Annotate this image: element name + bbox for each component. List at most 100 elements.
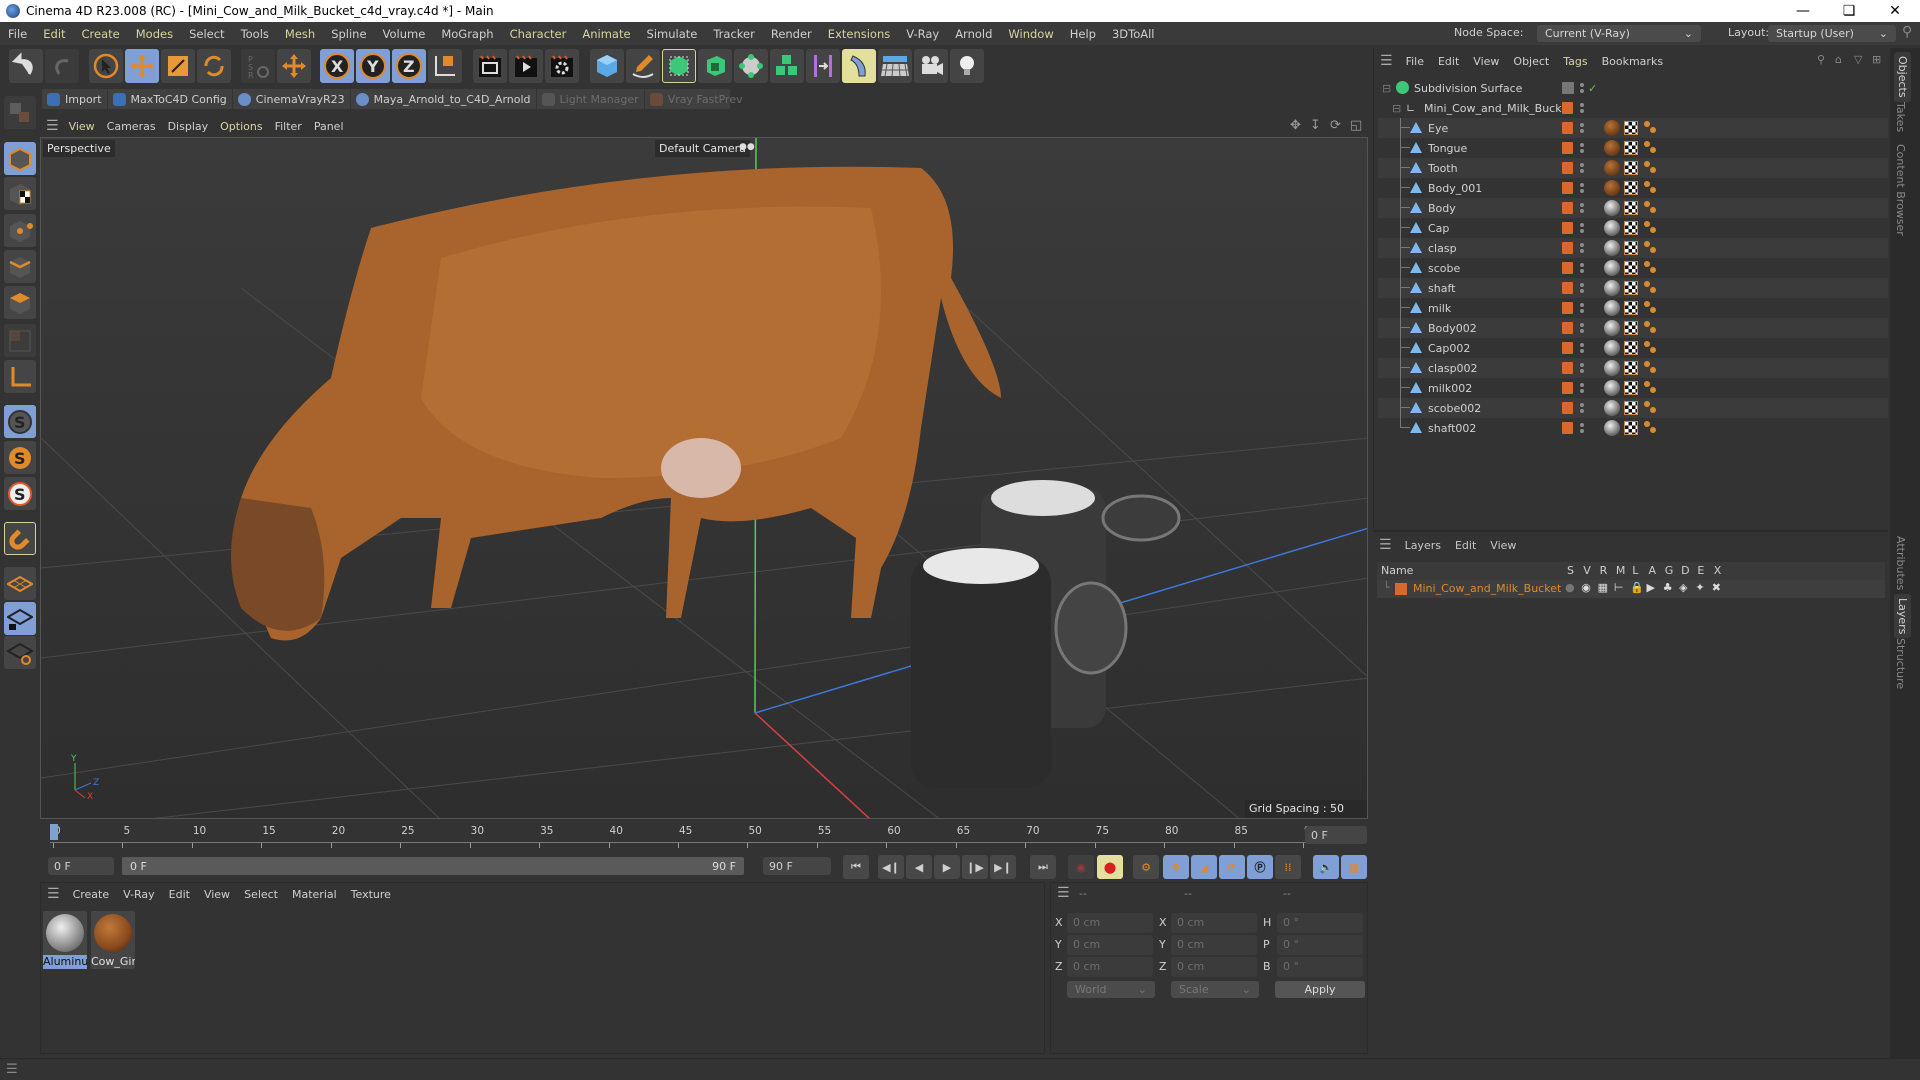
visibility-dots[interactable] — [1580, 282, 1584, 294]
keyframe-selection-button[interactable]: ⚙ — [1133, 855, 1159, 879]
object-row[interactable]: Cap002 — [1378, 338, 1888, 358]
viewport-menu-panel[interactable]: Panel — [308, 120, 350, 133]
selection-tag-icon[interactable] — [1644, 201, 1658, 215]
layer-visible-editor-toggle-icon[interactable]: ◉ — [1581, 581, 1591, 594]
menu-edit[interactable]: Edit — [35, 27, 73, 41]
uvw-tag-icon[interactable] — [1624, 161, 1638, 175]
layer-swatch[interactable] — [1562, 302, 1573, 314]
sound-button[interactable]: 🔈 — [1313, 855, 1339, 879]
menu-mograph[interactable]: MoGraph — [433, 27, 501, 41]
object-row[interactable]: scobe002 — [1378, 398, 1888, 418]
menu-render[interactable]: Render — [763, 27, 820, 41]
plugin-vray-fastprev[interactable]: Vray FastPrev — [645, 89, 748, 109]
snap-button[interactable]: S — [4, 405, 36, 438]
material-tag-icon[interactable] — [1604, 300, 1620, 316]
menu-modes[interactable]: Modes — [128, 27, 181, 41]
viewport-menu-view[interactable]: View — [63, 120, 101, 133]
redo-button[interactable] — [45, 49, 79, 83]
visibility-dots[interactable] — [1580, 122, 1584, 134]
tab-layers[interactable]: Layers — [1894, 594, 1911, 639]
object-row[interactable]: clasp002 — [1378, 358, 1888, 378]
rotation-p-field[interactable]: 0 ° — [1277, 935, 1363, 955]
scale-tool-button[interactable] — [161, 49, 195, 83]
uvw-tag-icon[interactable] — [1624, 321, 1638, 335]
object-row[interactable]: Eye — [1378, 118, 1888, 138]
symmetry-button[interactable] — [806, 49, 840, 83]
menu-create[interactable]: Create — [74, 27, 128, 41]
material-tag-icon[interactable] — [1604, 200, 1620, 216]
status-menu-icon[interactable]: ☰ — [6, 1062, 18, 1077]
selection-tag-icon[interactable] — [1644, 381, 1658, 395]
cube-button[interactable] — [590, 49, 624, 83]
edge-mode-button[interactable] — [4, 250, 36, 283]
object-row[interactable]: Body — [1378, 198, 1888, 218]
cloner-button[interactable] — [734, 49, 768, 83]
align-workplane-button[interactable] — [4, 636, 36, 669]
selection-tag-icon[interactable] — [1644, 281, 1658, 295]
material-menu-create[interactable]: Create — [66, 888, 117, 901]
selection-tag-icon[interactable] — [1644, 221, 1658, 235]
hamburger-menu-icon[interactable]: ☰ — [47, 886, 60, 902]
selection-tag-icon[interactable] — [1644, 361, 1658, 375]
viewport-menu-options[interactable]: Options — [214, 120, 268, 133]
model-mode-button[interactable] — [4, 142, 36, 175]
material-menu-select[interactable]: Select — [237, 888, 285, 901]
visibility-dots[interactable] — [1580, 262, 1584, 274]
visibility-dots[interactable] — [1580, 182, 1584, 194]
material-tag-icon[interactable] — [1604, 380, 1620, 396]
viewport-zoom-icon[interactable]: ↧ — [1310, 118, 1321, 133]
selection-tag-icon[interactable] — [1644, 261, 1658, 275]
material-menu-view[interactable]: View — [197, 888, 237, 901]
tab-content-browser[interactable]: Content Browser — [1894, 144, 1907, 236]
uvw-tag-icon[interactable] — [1624, 201, 1638, 215]
selection-tag-icon[interactable] — [1644, 121, 1658, 135]
selection-tag-icon[interactable] — [1644, 241, 1658, 255]
viewport-pan-icon[interactable]: ✥ — [1290, 118, 1301, 133]
object-row[interactable]: milk — [1378, 298, 1888, 318]
playhead[interactable] — [50, 824, 58, 840]
plugin-import[interactable]: Import — [42, 89, 108, 109]
layer-swatch[interactable] — [1562, 282, 1573, 294]
layer-swatch[interactable] — [1562, 422, 1573, 434]
filter-icon[interactable]: ▽ — [1854, 53, 1862, 66]
viewport-menu-filter[interactable]: Filter — [269, 120, 308, 133]
layer-row[interactable]: └ Mini_Cow_and_Milk_Bucket ● ◉ ▦ ⊢ 🔒 ▶ ♣ ◈ ✦ ✖ — [1377, 580, 1885, 598]
visibility-dots[interactable] — [1580, 322, 1584, 334]
layer-swatch[interactable] — [1562, 222, 1573, 234]
layer-swatch[interactable] — [1562, 402, 1573, 414]
layer-swatch[interactable] — [1562, 182, 1573, 194]
menu-extensions[interactable]: Extensions — [820, 27, 898, 41]
menu-help[interactable]: Help — [1062, 27, 1104, 41]
tab-takes[interactable]: Takes — [1894, 102, 1907, 132]
material-tag-icon[interactable] — [1604, 360, 1620, 376]
layer-xrefs-toggle-icon[interactable]: ✖ — [1712, 581, 1721, 594]
layer-column-name[interactable]: Name — [1381, 564, 1413, 577]
node-space-dropdown[interactable]: Current (V-Ray) ⌄ — [1537, 25, 1701, 42]
z-axis-lock-button[interactable]: Z — [392, 49, 426, 83]
menu-spline[interactable]: Spline — [323, 27, 374, 41]
extrude-button[interactable] — [698, 49, 732, 83]
uvw-tag-icon[interactable] — [1624, 361, 1638, 375]
uvw-tag-icon[interactable] — [1624, 341, 1638, 355]
object-row-group[interactable]: ⊟ ∟ Mini_Cow_and_Milk_Bucket — [1378, 98, 1888, 118]
world-axis-button[interactable] — [277, 49, 311, 83]
object-row[interactable]: milk002 — [1378, 378, 1888, 398]
workplane-snap-button[interactable]: S — [4, 477, 36, 510]
object-row[interactable]: shaft002 — [1378, 418, 1888, 438]
live-selection-button[interactable] — [89, 49, 123, 83]
layer-color-swatch[interactable] — [1395, 583, 1407, 595]
layer-swatch[interactable] — [1562, 162, 1573, 174]
magnet-button[interactable] — [4, 522, 36, 555]
frame-range-slider[interactable]: 0 F 90 F — [122, 857, 744, 875]
end-frame-field[interactable]: 90 F — [763, 857, 831, 875]
transform-mode-dropdown[interactable]: Scale ⌄ — [1171, 981, 1259, 998]
uvw-tag-icon[interactable] — [1624, 261, 1638, 275]
camera-button[interactable] — [914, 49, 948, 83]
workplane-button[interactable] — [4, 567, 36, 600]
search-icon[interactable]: ⚲ — [1817, 53, 1825, 66]
render-settings-button[interactable] — [545, 49, 579, 83]
uvw-tag-icon[interactable] — [1624, 281, 1638, 295]
uvw-tag-icon[interactable] — [1624, 241, 1638, 255]
menu-volume[interactable]: Volume — [375, 27, 434, 41]
material-menu-edit[interactable]: Edit — [162, 888, 197, 901]
